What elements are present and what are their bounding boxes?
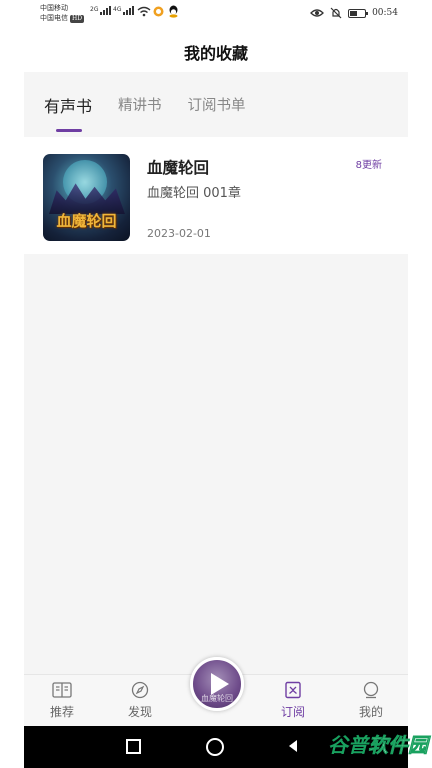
watermark-logo: 谷普 软件园 (328, 726, 428, 760)
book-card[interactable]: 血魔轮回 血魔轮回 血魔轮回 001章 2023-02-01 8更新 (24, 137, 408, 254)
signal-2g-label: 2G (90, 6, 99, 13)
mute-bell-icon (330, 7, 342, 19)
update-badge: 8更新 (355, 160, 382, 171)
battery-icon (348, 8, 369, 18)
book-date: 2023-02-01 (147, 227, 211, 240)
watermark-part2: 软件园 (368, 732, 429, 757)
signal-2g-icon: 2G (90, 6, 112, 15)
nav-discover[interactable]: 发现 (115, 680, 165, 720)
status-right: 00:54 (310, 7, 398, 19)
book-cover-title: 血魔轮回 (56, 212, 117, 230)
carrier-2: 中国电信 (40, 14, 68, 22)
qq-icon (169, 5, 178, 18)
book-title: 血魔轮回 (147, 159, 210, 177)
back-button[interactable] (289, 740, 297, 752)
carrier-1: 中国移动 (40, 4, 68, 12)
signal-4g-label: 4G (113, 6, 122, 13)
hd-badge: HD (70, 15, 85, 23)
page-title: 我的收藏 (183, 44, 248, 63)
compass-icon (131, 681, 149, 699)
player-cover-text: 血魔轮回 (201, 694, 233, 703)
play-icon (210, 673, 229, 695)
nav-discover-label: 发现 (127, 705, 152, 719)
nav-subscribe[interactable]: 订阅 (268, 680, 318, 720)
book-latest-chapter: 血魔轮回 001章 (147, 186, 241, 201)
person-icon (363, 681, 379, 699)
wifi-icon (137, 6, 151, 17)
now-playing-button[interactable]: 血魔轮回 (190, 657, 244, 711)
nav-mine[interactable]: 我的 (346, 680, 396, 720)
tab-audiobooks[interactable]: 有声书 (44, 93, 92, 132)
notification-coin-icon (153, 6, 164, 17)
category-tabs: 有声书 精讲书 订阅书单 (24, 72, 408, 137)
book-open-icon (52, 682, 72, 698)
nav-mine-label: 我的 (358, 705, 383, 719)
tab-lecture-books[interactable]: 精讲书 (118, 94, 162, 115)
clock: 00:54 (372, 8, 398, 18)
recents-button[interactable] (126, 739, 141, 754)
home-button[interactable] (206, 738, 224, 756)
nav-recommend-label: 推荐 (49, 705, 74, 719)
status-bar: 中国移动 中国电信 HD 2G 4G 00:54 (0, 0, 432, 30)
tab-subscribed-booklists[interactable]: 订阅书单 (188, 94, 246, 115)
book-cover-image[interactable]: 血魔轮回 (43, 154, 130, 241)
nav-recommend[interactable]: 推荐 (37, 680, 87, 720)
watermark-part1: 谷普 (328, 732, 368, 757)
signal-4g-icon: 4G (113, 6, 135, 15)
bookmark-doc-icon (285, 681, 301, 699)
eye-icon (310, 9, 324, 17)
nav-subscribe-label: 订阅 (280, 705, 305, 719)
carrier-info: 中国移动 中国电信 HD (40, 3, 85, 23)
